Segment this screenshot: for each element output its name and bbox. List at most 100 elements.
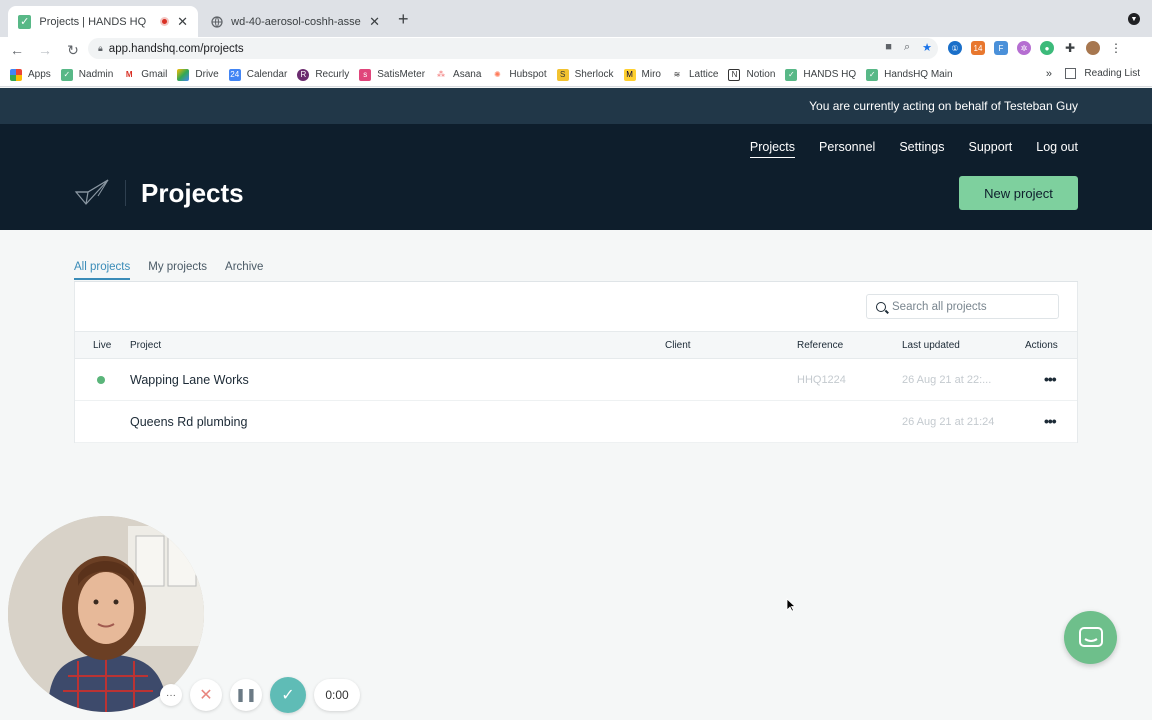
project-filter-tabs: All projects My projects Archive <box>74 261 281 280</box>
main-nav: Projects Personnel Settings Support Log … <box>726 140 1078 158</box>
nav-personnel[interactable]: Personnel <box>819 140 875 158</box>
forward-arrow-icon[interactable]: → <box>34 42 56 58</box>
handshq-logo-icon[interactable] <box>74 178 110 206</box>
table-row[interactable]: Wapping Lane Works HHQ1224 26 Aug 21 at … <box>75 359 1077 401</box>
miro-icon: M <box>623 68 636 81</box>
nav-projects[interactable]: Projects <box>749 140 796 158</box>
address-bar[interactable]: 🔒︎ app.handshq.com/projects ■ ⌕ ★ <box>88 38 938 59</box>
extension-pinwheel-icon[interactable]: ✲ <box>1017 41 1031 55</box>
hubspot-icon: ✺ <box>494 70 501 79</box>
extensions-puzzle-icon[interactable]: ✚ <box>1063 41 1077 55</box>
recorder-timer: 0:00 <box>314 679 360 711</box>
browser-tab-wd40[interactable]: wd-40-aerosol-coshh-assessm ✕ <box>200 6 390 37</box>
project-reference: HHQ1224 <box>797 374 846 386</box>
recording-indicator-icon <box>160 17 170 26</box>
reload-icon[interactable]: ↻ <box>62 42 84 59</box>
bookmark-star-icon[interactable]: ★ <box>922 41 932 54</box>
gmail-icon: M <box>123 68 136 81</box>
url-text: app.handshq.com/projects <box>108 42 244 55</box>
page-title: Projects <box>141 178 244 208</box>
tab-title: Projects | HANDS HQ <box>39 15 147 28</box>
back-arrow-icon[interactable]: ← <box>6 42 28 58</box>
tab-my-projects[interactable]: My projects <box>148 261 207 280</box>
nav-settings[interactable]: Settings <box>899 140 944 158</box>
new-tab-plus-icon[interactable]: + <box>398 9 409 30</box>
bookmark-satismeter[interactable]: s SatisMeter <box>359 68 425 81</box>
last-updated: 26 Aug 21 at 21:24 <box>902 416 995 428</box>
extension-f-icon[interactable]: F <box>994 41 1008 55</box>
bookmark-nadmin[interactable]: ✓ Nadmin <box>60 68 113 81</box>
extension-1password-icon[interactable]: ① <box>948 41 962 55</box>
bookmarks-overflow-button[interactable]: » <box>1046 68 1052 80</box>
bookmark-handshq-main[interactable]: ✓ HandsHQ Main <box>866 68 953 81</box>
new-project-button[interactable]: New project <box>959 176 1078 210</box>
recorder-cancel-icon[interactable]: ✕ <box>190 679 222 711</box>
recorder-more-icon[interactable]: ··· <box>160 684 182 706</box>
extension-green-icon[interactable]: ● <box>1040 41 1054 55</box>
col-project: Project <box>130 340 162 351</box>
project-name[interactable]: Wapping Lane Works <box>130 373 249 387</box>
chat-launcher-button[interactable] <box>1064 611 1117 664</box>
acting-banner-text: You are currently acting on behalf of Te… <box>809 99 1078 113</box>
profile-avatar-icon[interactable] <box>1086 41 1100 55</box>
bookmark-recurly[interactable]: R Recurly <box>297 68 349 81</box>
bookmark-miro[interactable]: M Miro <box>623 68 661 81</box>
recurly-icon: R <box>297 68 310 81</box>
lattice-icon: ≋ <box>673 70 681 79</box>
recorder-controls: ··· ✕ ❚❚ ✓ 0:00 <box>160 677 368 713</box>
tab-title: wd-40-aerosol-coshh-assessm <box>231 15 361 28</box>
nav-support[interactable]: Support <box>969 140 1013 158</box>
bookmark-notion[interactable]: N Notion <box>728 68 775 81</box>
row-actions-ellipsis-icon[interactable]: ••• <box>1044 371 1057 387</box>
handshq-main-icon: ✓ <box>866 68 879 81</box>
zoom-icon[interactable]: ⌕ <box>904 41 910 54</box>
tab-all-projects[interactable]: All projects <box>74 261 131 280</box>
sherlock-icon: S <box>556 68 569 81</box>
camera-icon[interactable]: ■ <box>885 41 892 54</box>
browser-menu-icon[interactable]: ⋮ <box>1109 41 1123 55</box>
live-status-dot-icon <box>97 376 105 384</box>
bookmark-hubspot[interactable]: ✺ Hubspot <box>491 69 547 81</box>
nadmin-icon: ✓ <box>60 68 73 81</box>
handshq-icon: ✓ <box>785 68 798 81</box>
search-placeholder: Search all projects <box>892 300 987 313</box>
search-input[interactable]: Search all projects <box>866 294 1059 319</box>
reading-list-icon <box>1065 68 1077 79</box>
bookmark-asana[interactable]: ⁂ Asana <box>435 69 481 81</box>
apps-grid-icon <box>10 68 22 81</box>
col-client: Client <box>665 340 691 351</box>
chat-bubble-icon <box>1078 626 1103 647</box>
recorder-finish-check-icon[interactable]: ✓ <box>270 677 306 713</box>
browser-tab-projects[interactable]: ✓ Projects | HANDS HQ ✕ <box>8 6 198 37</box>
project-name[interactable]: Queens Rd plumbing <box>130 415 247 429</box>
bookmark-calendar[interactable]: 24 Calendar <box>228 68 287 81</box>
app-header: Projects Personnel Settings Support Log … <box>0 124 1152 230</box>
bookmark-handshq[interactable]: ✓ HANDS HQ <box>785 68 856 81</box>
nav-log-out[interactable]: Log out <box>1036 140 1078 158</box>
col-last-updated: Last updated <box>902 340 960 351</box>
drive-icon <box>177 68 190 81</box>
bookmark-sherlock[interactable]: S Sherlock <box>556 68 614 81</box>
bookmark-drive[interactable]: Drive <box>177 68 219 81</box>
bookmark-apps[interactable]: Apps <box>10 68 51 81</box>
table-row[interactable]: Queens Rd plumbing 26 Aug 21 at 21:24 ••… <box>75 401 1077 443</box>
calendar-icon: 24 <box>228 68 241 81</box>
recorder-pause-icon[interactable]: ❚❚ <box>230 679 262 711</box>
notion-icon: N <box>728 68 741 81</box>
row-actions-ellipsis-icon[interactable]: ••• <box>1044 413 1057 429</box>
bookmark-gmail[interactable]: M Gmail <box>123 68 167 81</box>
close-tab-icon[interactable]: ✕ <box>369 14 380 30</box>
mouse-cursor-icon <box>786 598 796 612</box>
table-header: Live Project Client Reference Last updat… <box>75 331 1077 359</box>
bookmark-lattice[interactable]: ≋ Lattice <box>671 69 719 81</box>
close-tab-icon[interactable]: ✕ <box>177 14 188 30</box>
handshq-favicon-icon: ✓ <box>18 14 32 29</box>
col-actions: Actions <box>1025 340 1058 351</box>
acting-on-behalf-banner: You are currently acting on behalf of Te… <box>0 88 1152 124</box>
col-live: Live <box>93 340 112 351</box>
tab-archive[interactable]: Archive <box>225 261 263 280</box>
bookmarks-bar: Apps ✓ Nadmin M Gmail Drive 24 Calendar R Re… <box>0 63 1152 87</box>
extension-calendar-icon[interactable]: 14 <box>971 41 985 55</box>
tab-search-chevron-icon[interactable]: ▼ <box>1128 13 1140 25</box>
reading-list-button[interactable]: Reading List <box>1065 68 1140 79</box>
